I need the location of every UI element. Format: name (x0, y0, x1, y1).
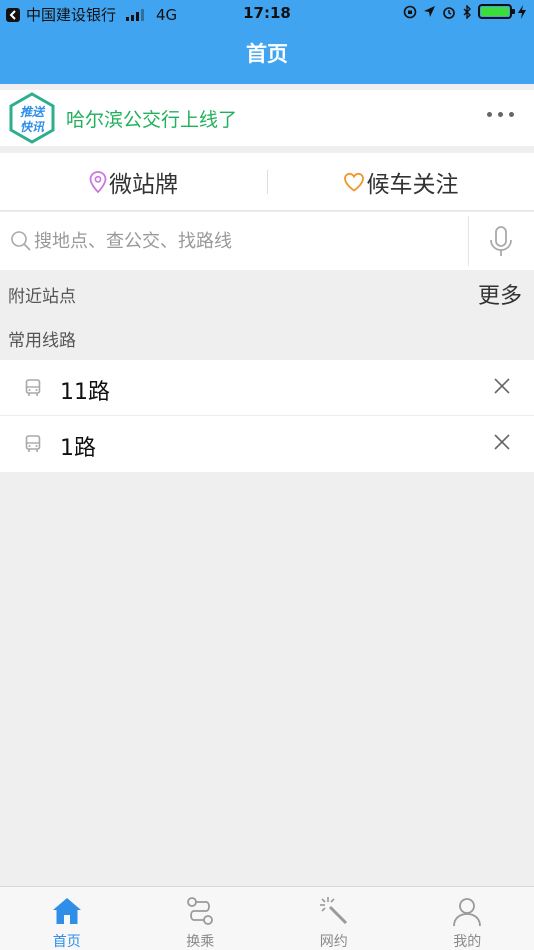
route-row-1[interactable]: 1路 (0, 416, 534, 472)
battery-icon (478, 4, 515, 19)
tab-home[interactable]: 首页 (0, 887, 134, 950)
segment-bar: 微站牌 候车关注 (0, 153, 534, 211)
tab-transfer-label: 换乘 (186, 934, 215, 950)
rotation-lock-icon (403, 5, 417, 18)
page-title: 首页 (246, 42, 288, 66)
route-list: 11路 1路 (0, 360, 534, 472)
micro-stop-sign-label: 微站牌 (109, 172, 178, 198)
charging-icon (518, 4, 526, 19)
tab-mine-label: 我的 (453, 934, 482, 950)
waiting-follow-button[interactable]: 候车关注 (267, 153, 534, 211)
transfer-icon (187, 897, 214, 925)
tab-bar: 首页 换乘 网约 我的 (0, 886, 534, 950)
micro-stop-sign-button[interactable]: 微站牌 (0, 153, 267, 211)
search-icon (11, 231, 31, 251)
more-options-icon[interactable] (487, 112, 514, 117)
location-arrow-icon (424, 6, 435, 17)
close-icon[interactable] (492, 376, 512, 396)
tab-transfer[interactable]: 换乘 (134, 887, 268, 950)
push-news-logo-icon: 推送 快讯 (9, 92, 55, 144)
route-name: 11路 (60, 380, 110, 405)
microphone-icon[interactable] (488, 226, 514, 258)
alarm-icon (443, 6, 455, 19)
search-bar (0, 212, 534, 270)
logo-text-bottom: 快讯 (20, 120, 45, 134)
user-icon (453, 898, 482, 927)
route-row-0[interactable]: 11路 (0, 360, 534, 416)
common-routes-label: 常用线路 (8, 331, 76, 351)
top-bar: 中国建设银行 4G 17:18 首页 (0, 0, 534, 84)
nearby-stops-label: 附近站点 (8, 287, 76, 307)
magic-wand-icon (319, 897, 347, 925)
news-banner[interactable]: 推送 快讯 哈尔滨公交行上线了 (0, 90, 534, 146)
nearby-stops-header: 附近站点 更多 (0, 270, 534, 314)
status-bar: 中国建设银行 4G 17:18 (0, 0, 534, 28)
tab-online-booking[interactable]: 网约 (267, 887, 401, 950)
home-icon (52, 898, 81, 924)
more-button[interactable]: 更多 (478, 278, 522, 310)
banner-text[interactable]: 哈尔滨公交行上线了 (66, 105, 237, 132)
route-name: 1路 (60, 436, 96, 461)
tab-online-booking-label: 网约 (319, 934, 348, 950)
location-pin-icon (89, 171, 107, 193)
waiting-follow-label: 候车关注 (366, 172, 459, 198)
bus-icon (25, 379, 41, 396)
search-input[interactable] (34, 226, 454, 256)
bus-icon (25, 435, 41, 452)
tab-home-label: 首页 (52, 934, 81, 950)
search-divider (468, 216, 469, 266)
bluetooth-icon (463, 4, 471, 19)
heart-icon (343, 172, 364, 192)
tab-mine[interactable]: 我的 (401, 887, 534, 950)
logo-text-top: 推送 (20, 105, 46, 119)
close-icon[interactable] (492, 432, 512, 452)
status-right (403, 4, 526, 19)
